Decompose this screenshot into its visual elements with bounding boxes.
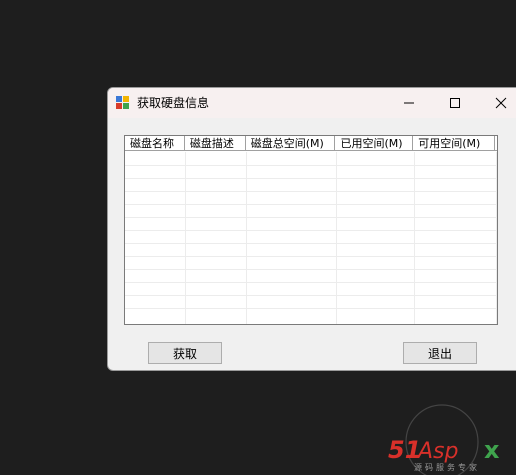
svg-text:Asp: Asp bbox=[416, 439, 458, 464]
listview-body[interactable] bbox=[125, 152, 497, 324]
column-header-disk-name[interactable]: 磁盘名称 bbox=[125, 136, 185, 151]
window-title: 获取硬盘信息 bbox=[137, 96, 210, 110]
title-bar[interactable]: 获取硬盘信息 bbox=[108, 88, 516, 118]
exit-button[interactable]: 退出 bbox=[403, 342, 477, 364]
app-icon bbox=[116, 96, 129, 109]
close-button[interactable] bbox=[478, 88, 516, 118]
minimize-button[interactable] bbox=[386, 88, 432, 118]
column-header-used-space[interactable]: 已用空间(M) bbox=[335, 136, 414, 151]
get-button[interactable]: 获取 bbox=[148, 342, 222, 364]
dialog-window: 获取硬盘信息 磁盘名称 磁盘描述 磁盘总空间(M) 已用空间(M) 可用空间(M… bbox=[107, 87, 516, 371]
minimize-icon bbox=[404, 102, 414, 104]
column-header-free-space[interactable]: 可用空间(M) bbox=[413, 136, 496, 151]
close-icon bbox=[495, 97, 507, 109]
disk-info-listview[interactable]: 磁盘名称 磁盘描述 磁盘总空间(M) 已用空间(M) 可用空间(M) bbox=[124, 135, 498, 325]
column-header-filler bbox=[495, 136, 497, 151]
svg-text:51: 51 bbox=[388, 436, 421, 464]
maximize-icon bbox=[450, 98, 460, 108]
column-header-total-space[interactable]: 磁盘总空间(M) bbox=[245, 136, 336, 151]
maximize-button[interactable] bbox=[432, 88, 478, 118]
column-header-disk-description[interactable]: 磁盘描述 bbox=[184, 136, 246, 151]
watermark-logo: 51 Asp x 源码服务专家 bbox=[388, 404, 500, 475]
svg-text:源码服务专家: 源码服务专家 bbox=[414, 462, 480, 472]
listview-header: 磁盘名称 磁盘描述 磁盘总空间(M) 已用空间(M) 可用空间(M) bbox=[125, 136, 497, 152]
svg-text:x: x bbox=[484, 436, 500, 464]
